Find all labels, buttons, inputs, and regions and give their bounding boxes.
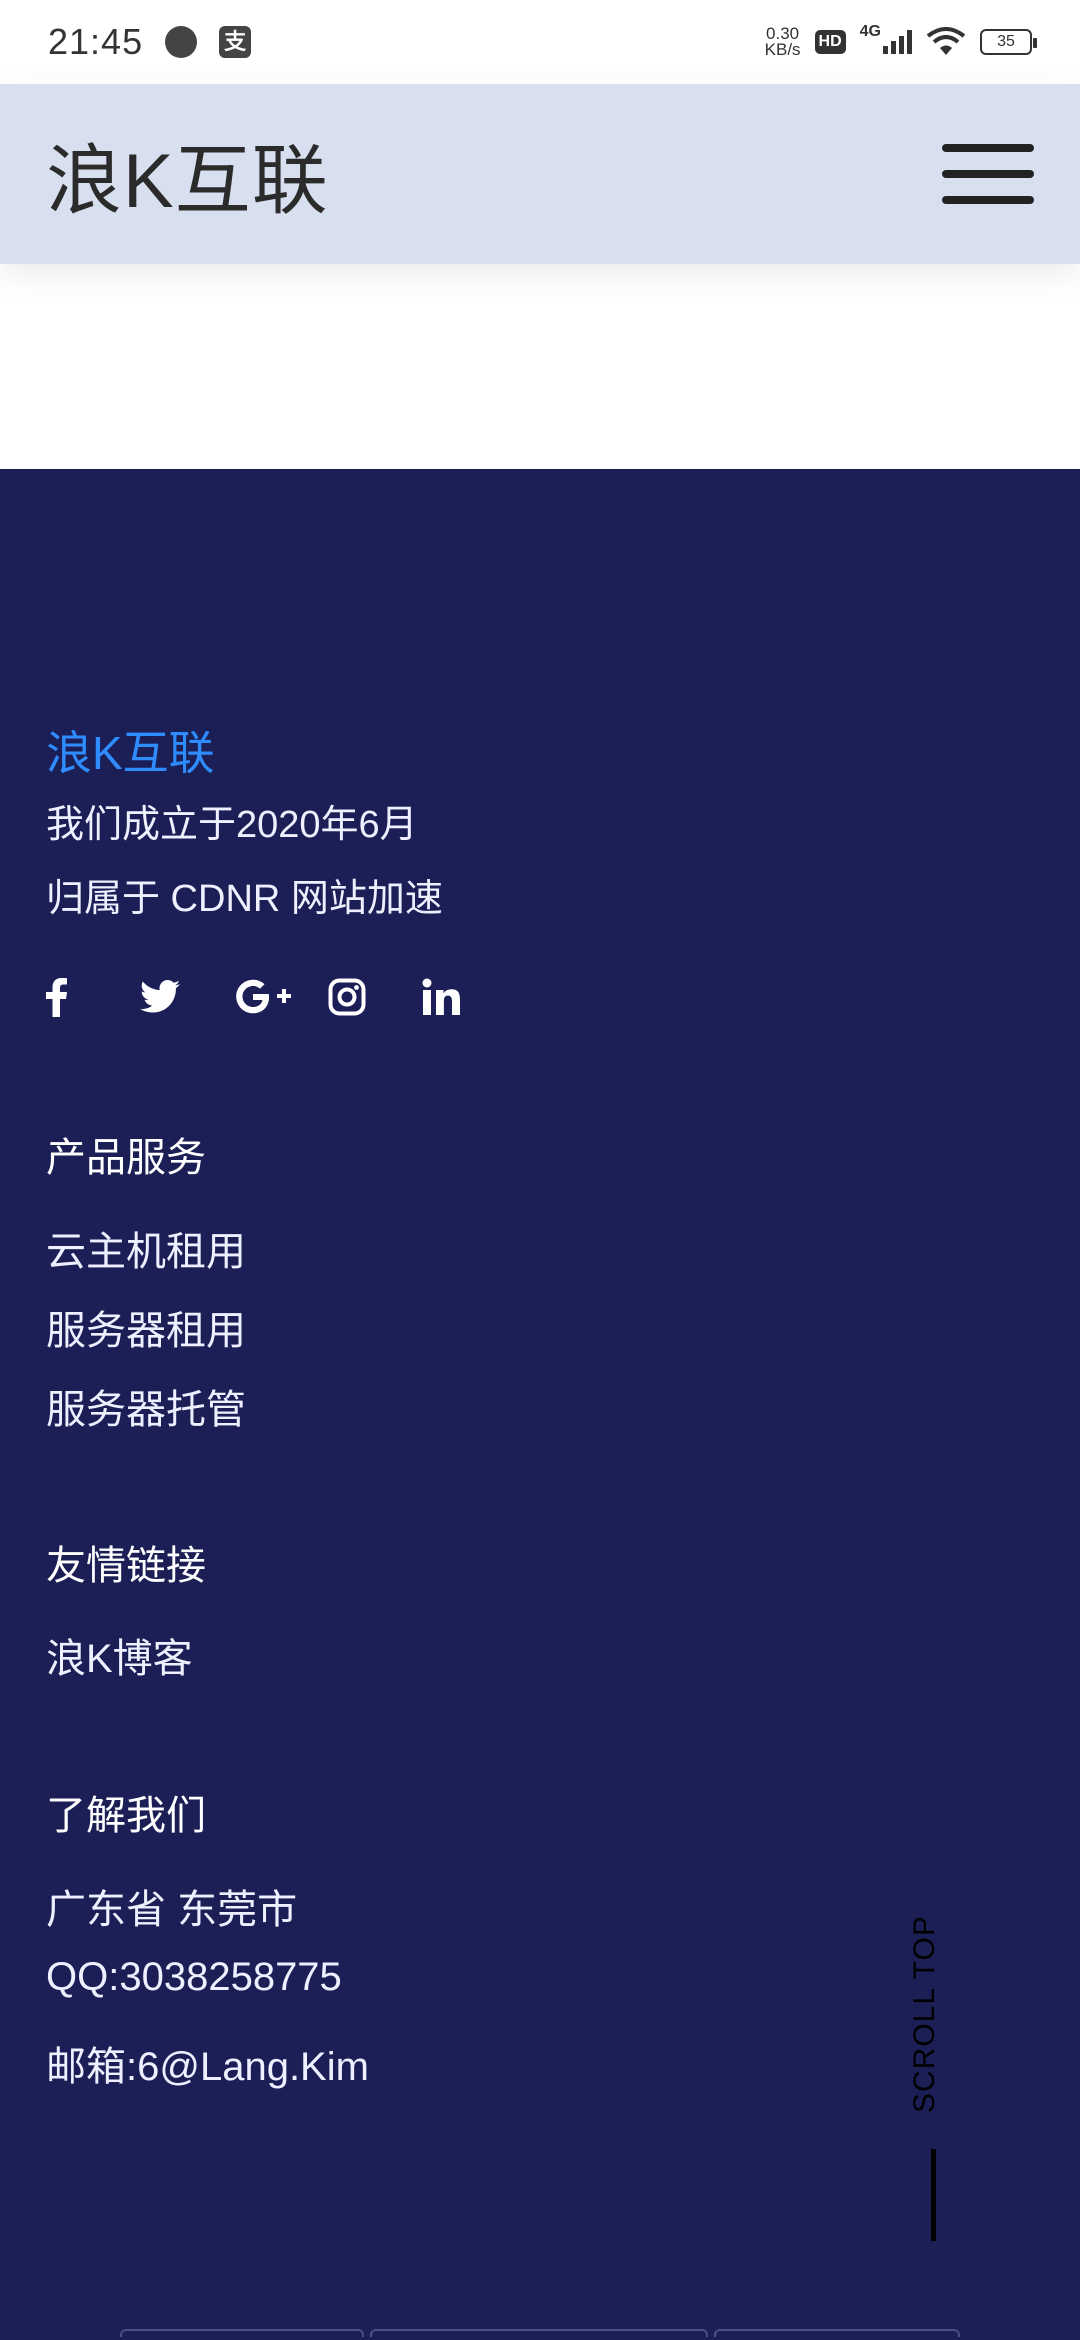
linkedin-icon[interactable] bbox=[422, 972, 516, 1022]
contact-qq: QQ:3038258775 bbox=[46, 1955, 342, 1999]
contact-email: 邮箱:6@Lang.Kim bbox=[46, 2045, 369, 2089]
network-speed-unit: KB/s bbox=[764, 40, 801, 59]
site-header: 浪K互联 bbox=[0, 84, 1080, 264]
product-link-cloud-host[interactable]: 云主机租用 bbox=[46, 1219, 246, 1277]
alipay-notification-icon: 支 bbox=[219, 26, 252, 58]
scroll-top-line bbox=[931, 2149, 936, 2241]
footer-about-line-2: 归属于 CDNR 网站加速 bbox=[46, 878, 443, 920]
instagram-icon[interactable] bbox=[328, 972, 422, 1022]
battery-icon: 35 bbox=[980, 29, 1037, 55]
site-logo[interactable]: 浪K互联 bbox=[46, 119, 329, 229]
product-link-server-rental[interactable]: 服务器租用 bbox=[46, 1298, 246, 1356]
scroll-top-label: SCROLL TOP bbox=[908, 1915, 941, 2113]
network-speed: 0.30 KB/s bbox=[764, 25, 801, 59]
status-bar-right: 0.30 KB/s HD 4G 35 bbox=[764, 23, 1037, 59]
status-bar-left: 21:45 支 bbox=[48, 21, 252, 63]
bottom-nav-edge bbox=[120, 2329, 960, 2340]
google-plus-icon[interactable] bbox=[234, 972, 328, 1022]
about-us-heading: 了解我们 bbox=[46, 1794, 206, 1838]
status-bar: 21:45 支 0.30 KB/s HD 4G 35 bbox=[0, 0, 1080, 84]
app-notification-icon bbox=[165, 26, 198, 58]
friend-link-blog[interactable]: 浪K博客 bbox=[46, 1626, 193, 1684]
wifi-icon bbox=[926, 27, 966, 55]
hamburger-menu-icon[interactable] bbox=[942, 144, 1034, 204]
products-heading: 产品服务 bbox=[46, 1136, 206, 1180]
site-footer: 浪K互联 我们成立于2020年6月 归属于 CDNR 网站加速 产品服务 云主机… bbox=[0, 469, 1080, 2340]
contact-location: 广东省 东莞市 bbox=[46, 1888, 298, 1932]
status-time: 21:45 bbox=[48, 21, 144, 62]
hd-voice-icon: HD bbox=[814, 30, 846, 54]
friend-links-heading: 友情链接 bbox=[46, 1544, 206, 1588]
network-type: 4G bbox=[859, 23, 881, 40]
content-area bbox=[0, 264, 1080, 469]
signal-icon bbox=[883, 30, 912, 54]
twitter-icon[interactable] bbox=[140, 972, 234, 1022]
footer-about-line-1: 我们成立于2020年6月 bbox=[46, 804, 418, 846]
product-link-server-hosting[interactable]: 服务器托管 bbox=[46, 1377, 246, 1435]
facebook-icon[interactable] bbox=[46, 972, 140, 1022]
scroll-top-button[interactable]: SCROLL TOP bbox=[908, 1909, 958, 2249]
social-links bbox=[46, 972, 516, 1022]
footer-brand-title: 浪K互联 bbox=[46, 727, 215, 779]
